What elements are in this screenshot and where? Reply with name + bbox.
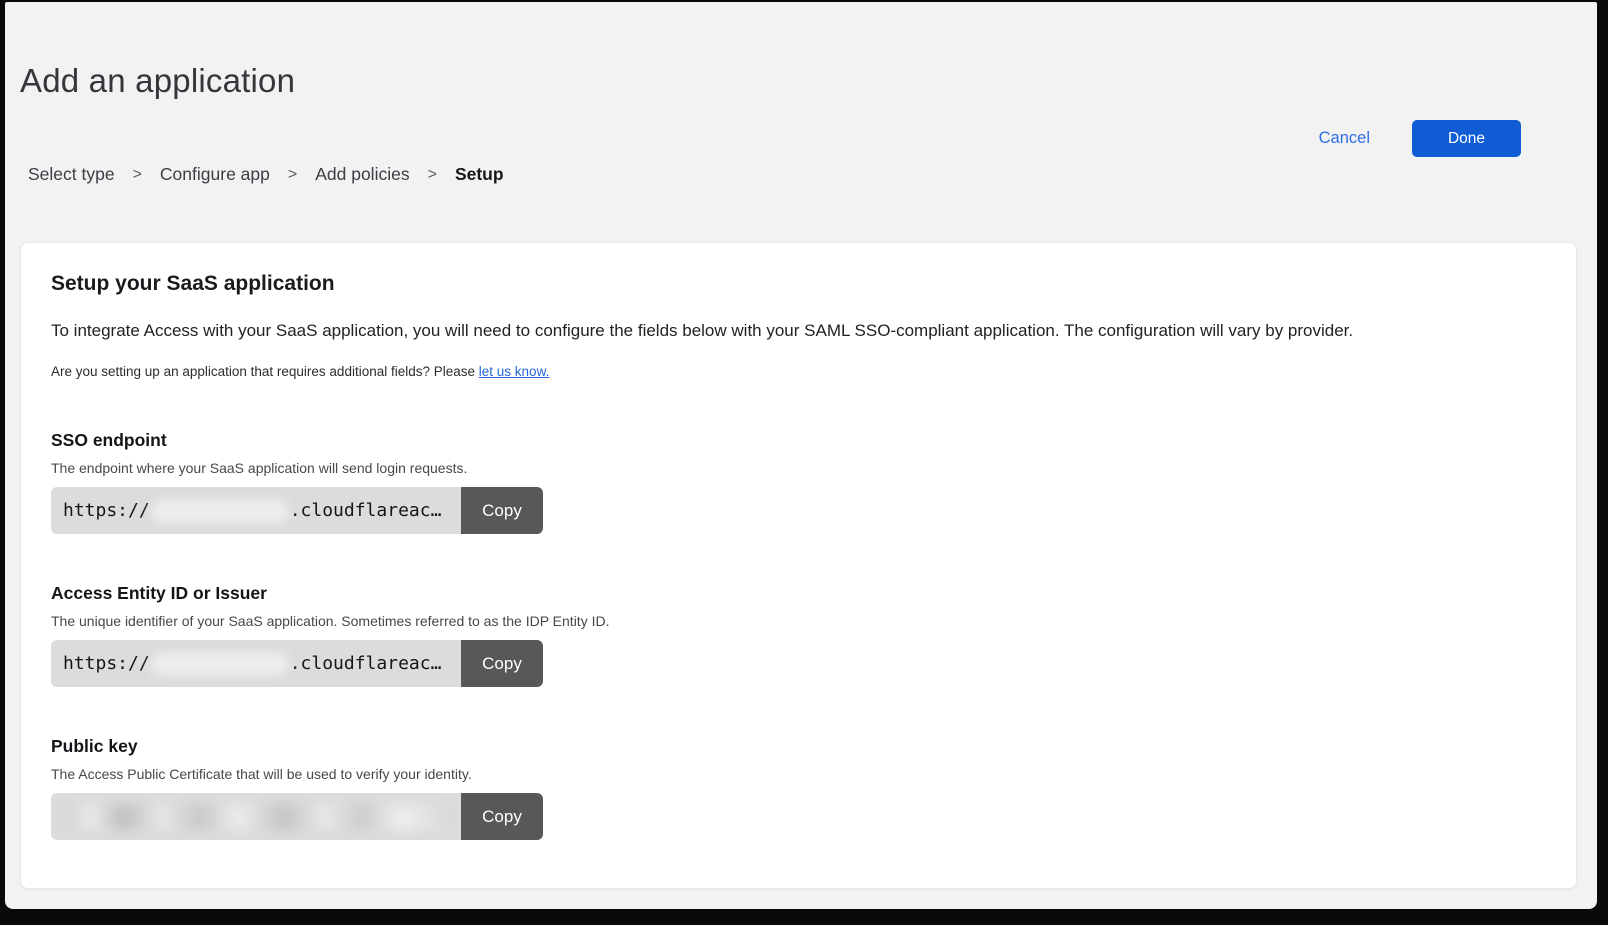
setup-saas-card: Setup your SaaS application To integrate… (20, 242, 1577, 889)
breadcrumb-step-select-type[interactable]: Select type (28, 164, 115, 185)
redacted-value-blur (151, 652, 289, 676)
value-prefix: https:// (63, 500, 150, 521)
sso-endpoint-description: The endpoint where your SaaS application… (51, 460, 1546, 477)
breadcrumb-separator: > (428, 166, 437, 184)
entity-id-value: https:// .cloudflareac… (51, 640, 461, 687)
breadcrumb: Select type > Configure app > Add polici… (28, 164, 1597, 185)
value-suffix: .cloudflareac… (290, 653, 442, 674)
card-intro-text: To integrate Access with your SaaS appli… (51, 319, 1546, 343)
breadcrumb-step-add-policies[interactable]: Add policies (315, 164, 409, 185)
sso-endpoint-value: https:// .cloudflareac… (51, 487, 461, 534)
breadcrumb-step-setup-current: Setup (455, 164, 504, 185)
breadcrumb-separator: > (288, 166, 297, 184)
app-window: Add an application Cancel Done Select ty… (5, 2, 1597, 909)
cancel-button[interactable]: Cancel (1319, 129, 1370, 148)
entity-id-section: Access Entity ID or Issuer The unique id… (51, 583, 1546, 687)
breadcrumb-step-configure-app[interactable]: Configure app (160, 164, 270, 185)
page-title: Add an application (20, 60, 1597, 102)
public-key-label: Public key (51, 736, 1546, 757)
redacted-value-blur (65, 804, 451, 830)
redacted-value-blur (151, 499, 289, 523)
public-key-row: Copy (51, 793, 543, 840)
additional-fields-note: Are you setting up an application that r… (51, 363, 1546, 380)
let-us-know-link[interactable]: let us know. (479, 364, 550, 379)
card-heading: Setup your SaaS application (51, 271, 1546, 297)
note-text: Are you setting up an application that r… (51, 364, 479, 379)
entity-id-row: https:// .cloudflareac… Copy (51, 640, 543, 687)
public-key-description: The Access Public Certificate that will … (51, 766, 1546, 783)
entity-id-label: Access Entity ID or Issuer (51, 583, 1546, 604)
entity-id-copy-button[interactable]: Copy (461, 640, 543, 687)
sso-endpoint-copy-button[interactable]: Copy (461, 487, 543, 534)
sso-endpoint-section: SSO endpoint The endpoint where your Saa… (51, 430, 1546, 534)
public-key-value (51, 793, 461, 840)
public-key-section: Public key The Access Public Certificate… (51, 736, 1546, 840)
value-prefix: https:// (63, 653, 150, 674)
sso-endpoint-row: https:// .cloudflareac… Copy (51, 487, 543, 534)
breadcrumb-separator: > (133, 166, 142, 184)
value-suffix: .cloudflareac… (290, 500, 442, 521)
page-header: Add an application Cancel Done (5, 60, 1597, 102)
sso-endpoint-label: SSO endpoint (51, 430, 1546, 451)
public-key-copy-button[interactable]: Copy (461, 793, 543, 840)
entity-id-description: The unique identifier of your SaaS appli… (51, 613, 1546, 630)
done-button[interactable]: Done (1412, 120, 1521, 157)
header-actions: Cancel Done (1319, 120, 1521, 157)
